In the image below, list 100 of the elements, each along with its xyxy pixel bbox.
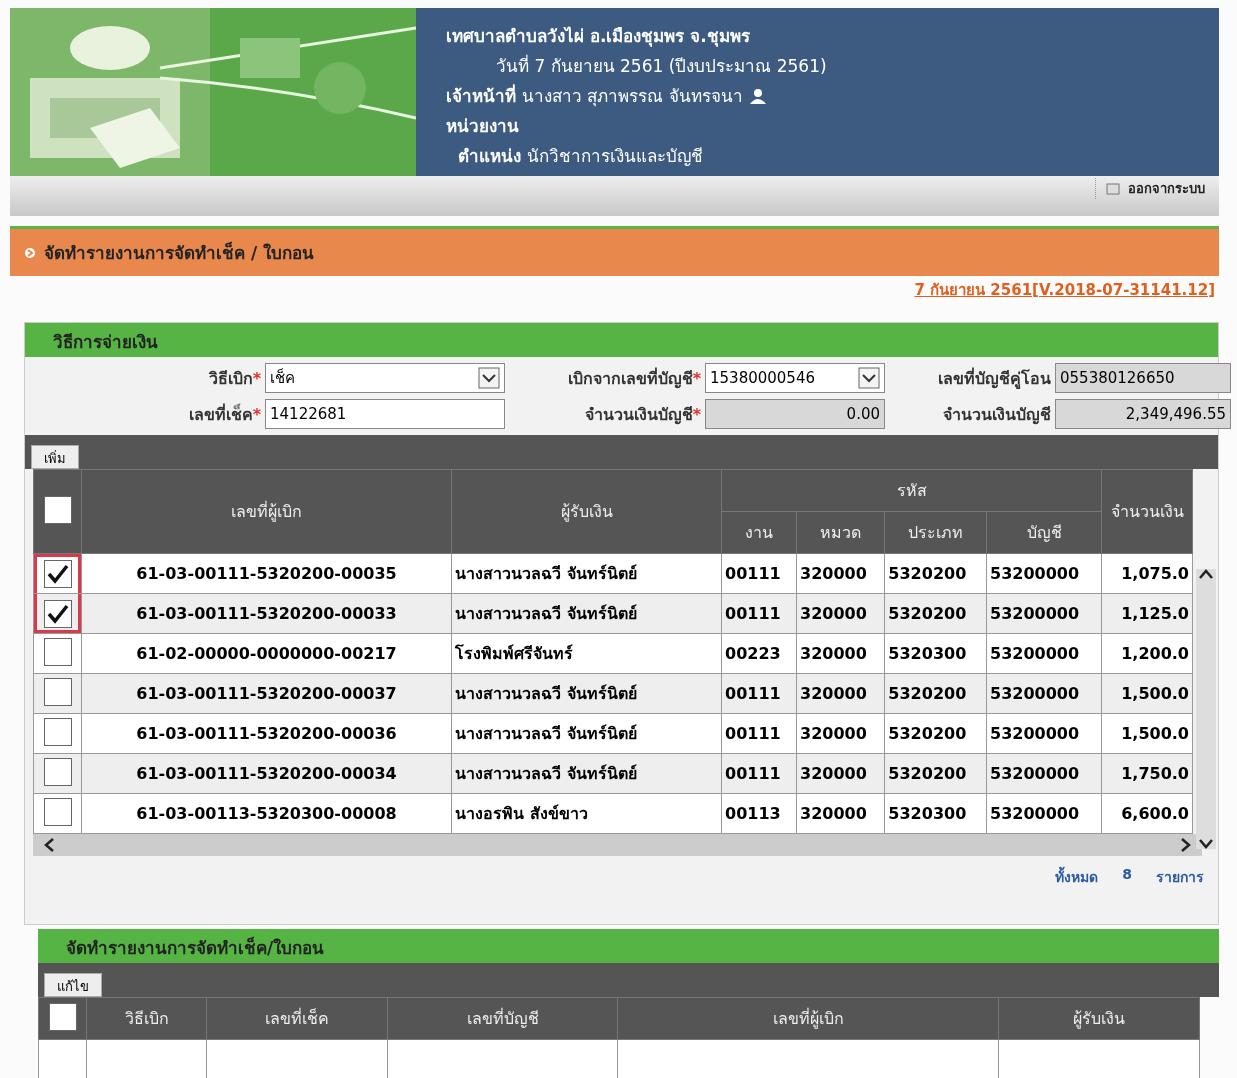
officer-name: นางสาว สุภาพรรณ จันทรจนา bbox=[522, 85, 743, 109]
table-cell: 61-02-00000-0000000-00217 bbox=[81, 633, 452, 674]
field-label: เบิกจากเลขที่บัญชี* bbox=[566, 366, 702, 391]
readonly-field: 0.00 bbox=[705, 399, 885, 429]
checkbox[interactable] bbox=[43, 717, 72, 746]
required-mark: * bbox=[692, 368, 701, 388]
version-text: 7 กันยายน 2561[V.2018-07-31141.12] bbox=[914, 281, 1215, 299]
table-cell: 53200000 bbox=[986, 633, 1102, 674]
table-cell: 1,500.0 bbox=[1101, 713, 1193, 754]
table-cell: 5320300 bbox=[884, 793, 987, 834]
logout-icon bbox=[1106, 181, 1122, 196]
table-cell: 53200000 bbox=[986, 713, 1102, 754]
page-title: จัดทำรายงานการจัดทำเช็ค / ใบกอน bbox=[44, 241, 315, 265]
table-cell: 53200000 bbox=[986, 793, 1102, 834]
field-label: จำนวนเงินบัญชี* bbox=[583, 403, 702, 427]
table-cell: 1,750.0 bbox=[1101, 753, 1193, 794]
field-label: เลขที่บัญชีคู่โอน bbox=[937, 366, 1052, 391]
column-header: วิธีเบิก bbox=[86, 997, 207, 1040]
table-cell: 320000 bbox=[796, 713, 885, 754]
table-cell: 00111 bbox=[721, 673, 797, 714]
readonly-field: 055380126650 bbox=[1055, 363, 1231, 393]
table-cell: 1,075.0 bbox=[1101, 553, 1193, 594]
table-cell: 61-03-00111-5320200-00033 bbox=[81, 593, 452, 634]
table-cell: นางสาวนวลฉวี จันทร์นิตย์ bbox=[451, 713, 722, 754]
table-cell: 5320200 bbox=[884, 673, 987, 714]
checkbox[interactable] bbox=[43, 637, 72, 666]
table-cell: 00223 bbox=[721, 633, 797, 674]
table-cell: 6,600.0 bbox=[1101, 793, 1193, 834]
required-mark: * bbox=[692, 404, 701, 424]
table-cell: 5320200 bbox=[884, 713, 987, 754]
table-cell: 53200000 bbox=[986, 553, 1102, 594]
table-cell: 61-03-00111-5320200-00035 bbox=[81, 553, 452, 594]
table-cell: 61-03-00111-5320200-00037 bbox=[81, 673, 452, 714]
horizontal-scrollbar[interactable] bbox=[33, 834, 1202, 856]
table-cell: 5320300 bbox=[884, 633, 987, 674]
field-label: วิธีเบิก* bbox=[207, 367, 262, 390]
scroll-right-icon[interactable] bbox=[1180, 838, 1192, 852]
table-cell: 00111 bbox=[721, 713, 797, 754]
required-mark: * bbox=[252, 404, 261, 424]
column-header: ประเภท bbox=[884, 511, 987, 554]
column-header: งาน bbox=[721, 511, 797, 554]
unit-label: หน่วยงาน bbox=[446, 115, 520, 138]
table-cell: นางสาวนวลฉวี จันทร์นิตย์ bbox=[451, 753, 722, 794]
checkbox[interactable] bbox=[43, 757, 72, 786]
table-cell: 00111 bbox=[721, 553, 797, 594]
checkbox[interactable] bbox=[43, 599, 72, 628]
table-cell: 5320200 bbox=[884, 553, 987, 594]
table-cell: 5320200 bbox=[884, 593, 987, 634]
table-cell: 1,125.0 bbox=[1101, 593, 1193, 634]
input-field[interactable]: 14122681 bbox=[265, 399, 505, 429]
bullet-icon bbox=[24, 246, 36, 259]
checkbox[interactable] bbox=[43, 495, 72, 524]
readonly-field: 2,349,496.55 bbox=[1055, 399, 1231, 429]
table-cell: โรงพิมพ์ศรีจันทร์ bbox=[451, 633, 722, 674]
table-cell: 320000 bbox=[796, 633, 885, 674]
table-cell: 00113 bbox=[721, 793, 797, 834]
current-date: วันที่ 7 กันยายน 2561 (ปีงบประมาณ 2561) bbox=[496, 53, 828, 78]
scroll-up-icon[interactable] bbox=[1199, 569, 1213, 579]
field-label: จำนวนเงินบัญชี bbox=[942, 403, 1052, 427]
column-header: รหัส bbox=[721, 469, 1102, 512]
scroll-down-icon[interactable] bbox=[1199, 839, 1213, 849]
table-cell: นางสาวนวลฉวี จันทร์นิตย์ bbox=[451, 593, 722, 634]
total-count: 8 bbox=[1122, 866, 1132, 884]
table-cell: 1,500.0 bbox=[1101, 673, 1193, 714]
checkbox[interactable] bbox=[43, 559, 72, 588]
table-cell: 320000 bbox=[796, 553, 885, 594]
select-field[interactable]: 15380000546 bbox=[705, 363, 885, 393]
table-cell: 53200000 bbox=[986, 593, 1102, 634]
add-button[interactable]: เพิ่ม bbox=[31, 445, 79, 469]
table-cell: 1,200.0 bbox=[1101, 633, 1193, 674]
select-field[interactable]: เช็ค bbox=[265, 363, 505, 393]
scroll-left-icon[interactable] bbox=[43, 838, 55, 852]
column-header: จำนวนเงิน bbox=[1101, 469, 1193, 554]
checkbox[interactable] bbox=[48, 1002, 77, 1031]
column-header: บัญชี bbox=[986, 511, 1102, 554]
table-cell: 320000 bbox=[796, 793, 885, 834]
checkbox[interactable] bbox=[43, 797, 72, 826]
table-cell: 61-03-00111-5320200-00036 bbox=[81, 713, 452, 754]
position-label: ตำแหน่ง bbox=[458, 145, 521, 168]
table-cell: 320000 bbox=[796, 593, 885, 634]
table-cell: นางอรพิน สังข์ขาว bbox=[451, 793, 722, 834]
edit-button[interactable]: แก้ไข bbox=[44, 973, 102, 997]
column-header: ผู้รับเงิน bbox=[451, 469, 722, 554]
logout-link[interactable]: ออกจากระบบ bbox=[1095, 178, 1205, 199]
column-header: เลขที่ผู้เบิก bbox=[617, 997, 999, 1040]
checkbox[interactable] bbox=[43, 677, 72, 706]
table-cell: 53200000 bbox=[986, 753, 1102, 794]
table-cell: นางสาวนวลฉวี จันทร์นิตย์ bbox=[451, 673, 722, 714]
user-icon bbox=[748, 87, 767, 104]
table-cell: 320000 bbox=[796, 673, 885, 714]
position-name: นักวิชาการเงินและบัญชี bbox=[527, 145, 703, 168]
required-mark: * bbox=[252, 368, 261, 388]
table-cell: นางสาวนวลฉวี จันทร์นิตย์ bbox=[451, 553, 722, 594]
section-title: วิธีการจ่ายเงิน bbox=[53, 331, 158, 354]
organization-name: เทศบาลตำบลวังไผ่ อ.เมืองชุมพร จ.ชุมพร bbox=[446, 25, 751, 49]
table-cell: 61-03-00113-5320300-00008 bbox=[81, 793, 452, 834]
vertical-scrollbar[interactable] bbox=[1196, 569, 1216, 849]
table-cell: 5320200 bbox=[884, 753, 987, 794]
total-label: ทั้งหมด bbox=[1055, 866, 1099, 888]
table-cell: 53200000 bbox=[986, 673, 1102, 714]
